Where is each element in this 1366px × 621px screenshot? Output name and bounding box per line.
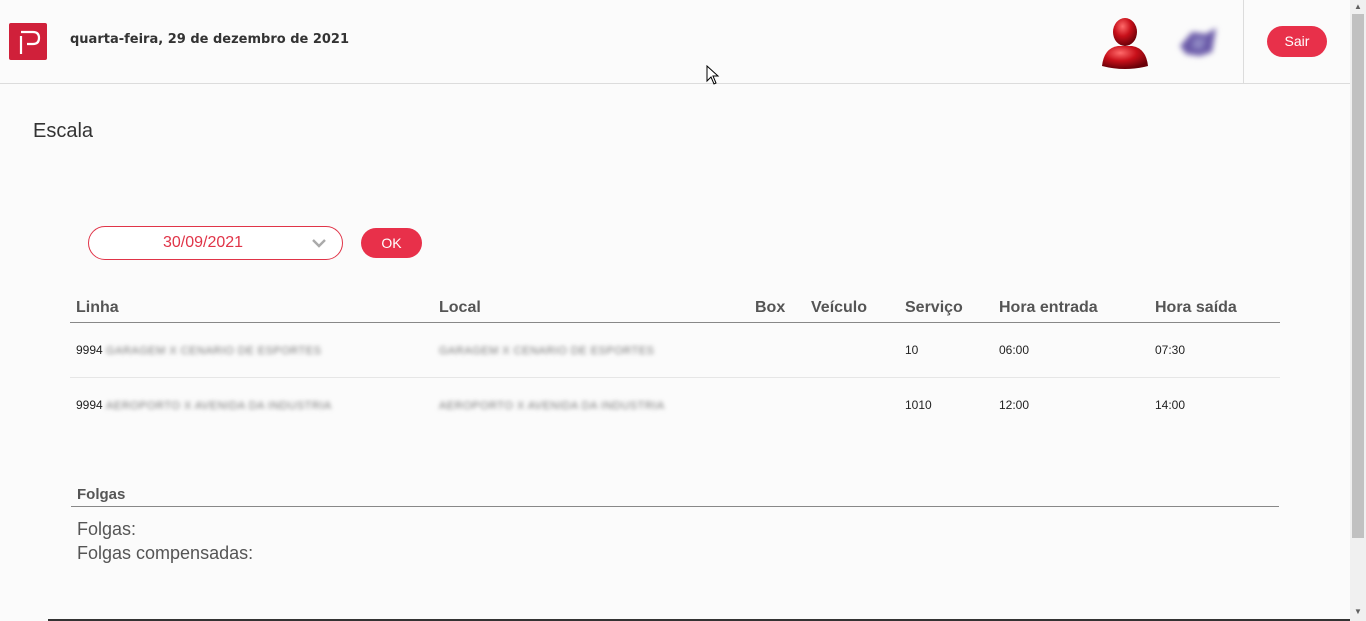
company-logo-icon [1172, 22, 1224, 62]
page-title: Escala [33, 120, 94, 142]
cell-veiculo [805, 378, 899, 433]
folgas-heading: Folgas [71, 486, 1279, 507]
top-header: quarta-feira, 29 de dezembro de 2021 Sai… [0, 0, 1350, 84]
table-row: 9994 AEROPORTO X AVENIDA DA INDUSTRIA AE… [70, 378, 1280, 433]
cell-servico: 1010 [905, 398, 932, 412]
vertical-scrollbar[interactable]: ▲ ▼ [1350, 0, 1366, 621]
linha-name: GARAGEM X CENARIO DE ESPORTES [106, 345, 322, 357]
table-header-row: Linha Local Box Veículo Serviço Hora ent… [70, 294, 1280, 323]
scroll-thumb[interactable] [1352, 14, 1364, 538]
cell-box [749, 322, 805, 378]
cell-hora-entrada: 06:00 [993, 322, 1149, 378]
cell-hora-entrada: 12:00 [999, 398, 1030, 412]
cell-linha: 9994 AEROPORTO X AVENIDA DA INDUSTRIA [70, 378, 433, 433]
header-divider [1243, 0, 1244, 83]
cell-local: GARAGEM X CENARIO DE ESPORTES [433, 322, 749, 378]
linha-name: AEROPORTO X AVENIDA DA INDUSTRIA [106, 400, 332, 412]
cell-box [749, 378, 805, 433]
cell-servico: 10 [899, 322, 993, 378]
col-header-hora-entrada: Hora entrada [993, 294, 1149, 323]
logout-button[interactable]: Sair [1267, 26, 1327, 57]
scroll-up-icon[interactable]: ▲ [1350, 0, 1366, 14]
linha-number: 9994 [76, 398, 103, 412]
logo-icon[interactable] [9, 23, 47, 60]
local-name: AEROPORTO X AVENIDA DA INDUSTRIA [439, 400, 665, 412]
col-header-veiculo: Veículo [805, 294, 899, 323]
ok-button[interactable]: OK [361, 228, 422, 258]
folgas-compensadas-label: Folgas compensadas: [77, 543, 254, 563]
local-name: GARAGEM X CENARIO DE ESPORTES [439, 345, 655, 357]
mouse-cursor-icon [706, 65, 720, 85]
date-select[interactable]: 30/09/2021 [88, 226, 343, 260]
col-header-servico: Serviço [899, 294, 993, 323]
cell-linha: 9994 GARAGEM X CENARIO DE ESPORTES [70, 322, 433, 378]
col-header-linha: Linha [70, 294, 433, 323]
chevron-down-icon [312, 239, 326, 248]
current-date: quarta-feira, 29 de dezembro de 2021 [70, 32, 350, 47]
schedule-table: Linha Local Box Veículo Serviço Hora ent… [70, 294, 1280, 432]
linha-number: 9994 [76, 343, 103, 357]
cell-hora-saida: 14:00 [1155, 398, 1186, 412]
col-header-hora-saida: Hora saída [1149, 294, 1280, 323]
cell-local: AEROPORTO X AVENIDA DA INDUSTRIA [433, 378, 749, 433]
cell-hora-saida: 07:30 [1149, 322, 1280, 378]
col-header-box: Box [749, 294, 805, 323]
cell-veiculo [805, 322, 899, 378]
scroll-down-icon[interactable]: ▼ [1350, 605, 1366, 619]
col-header-local: Local [433, 294, 749, 323]
folgas-label: Folgas: [77, 519, 137, 539]
user-avatar-icon[interactable] [1096, 14, 1152, 70]
date-select-value: 30/09/2021 [162, 234, 244, 251]
table-row: 9994 GARAGEM X CENARIO DE ESPORTES GARAG… [70, 322, 1280, 378]
